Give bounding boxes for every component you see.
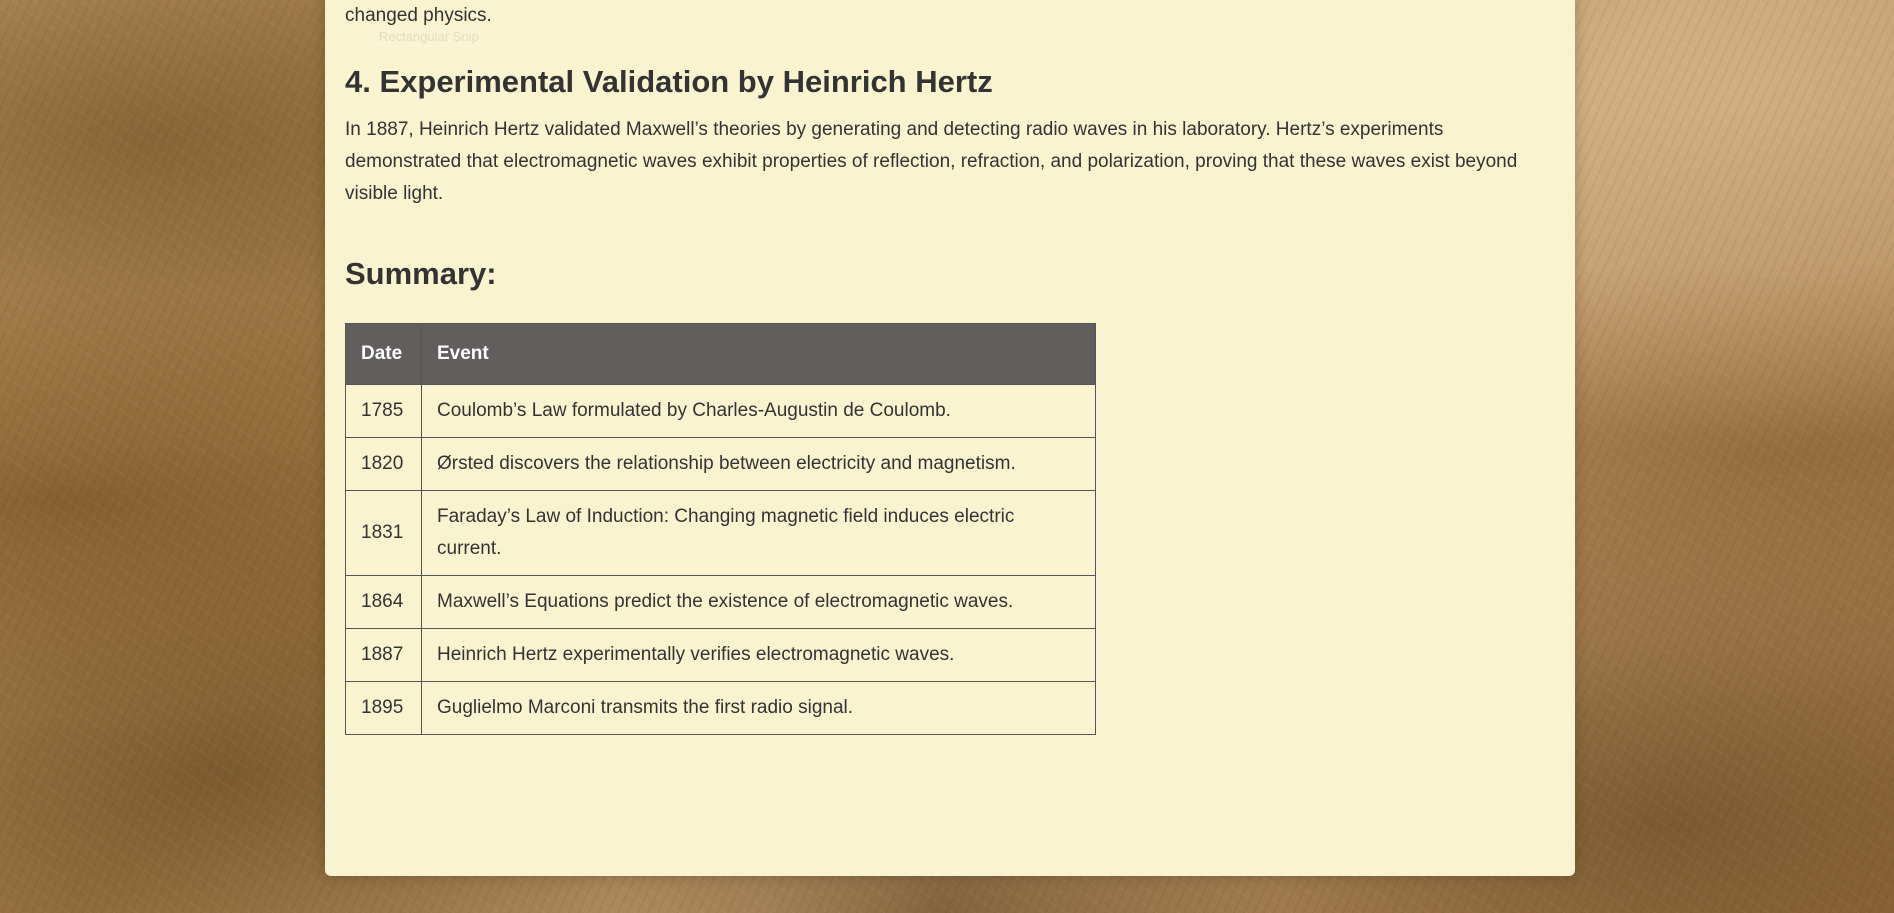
table-row: 1831 Faraday’s Law of Induction: Changin… [345, 490, 1096, 576]
event-cell: Ørsted discovers the relationship betwee… [421, 437, 1096, 491]
date-cell: 1887 [345, 628, 422, 682]
article-card: changed physics. Rectangular Snip 4. Exp… [325, 0, 1575, 876]
table-row: 1895 Guglielmo Marconi transmits the fir… [345, 681, 1096, 735]
event-column-header: Event [421, 323, 1096, 385]
date-cell: 1820 [345, 437, 422, 491]
date-cell: 1864 [345, 575, 422, 629]
event-cell: Heinrich Hertz experimentally verifies e… [421, 628, 1096, 682]
event-cell: Coulomb’s Law formulated by Charles-Augu… [421, 384, 1096, 438]
date-cell: 1895 [345, 681, 422, 735]
previous-paragraph-tail: changed physics. [345, 5, 492, 26]
summary-heading: Summary: [345, 256, 497, 291]
summary-table: Date Event 1785 Coulomb’s Law formulated… [345, 323, 1096, 735]
snip-overlay-label: Rectangular Snip [369, 26, 489, 47]
section-heading: 4. Experimental Validation by Heinrich H… [345, 64, 993, 99]
event-cell: Faraday’s Law of Induction: Changing mag… [421, 490, 1096, 576]
article-content: changed physics. Rectangular Snip 4. Exp… [345, 0, 1527, 735]
section-paragraph: In 1887, Heinrich Hertz validated Maxwel… [345, 119, 1518, 204]
event-cell: Guglielmo Marconi transmits the first ra… [421, 681, 1096, 735]
table-row: 1785 Coulomb’s Law formulated by Charles… [345, 384, 1096, 438]
event-cell: Maxwell’s Equations predict the existenc… [421, 575, 1096, 629]
table-row: 1820 Ørsted discovers the relationship b… [345, 437, 1096, 491]
table-row: 1864 Maxwell’s Equations predict the exi… [345, 575, 1096, 629]
table-header-row: Date Event [345, 323, 1096, 385]
date-cell: 1785 [345, 384, 422, 438]
table-row: 1887 Heinrich Hertz experimentally verif… [345, 628, 1096, 682]
date-column-header: Date [345, 323, 422, 385]
date-cell: 1831 [345, 490, 422, 576]
